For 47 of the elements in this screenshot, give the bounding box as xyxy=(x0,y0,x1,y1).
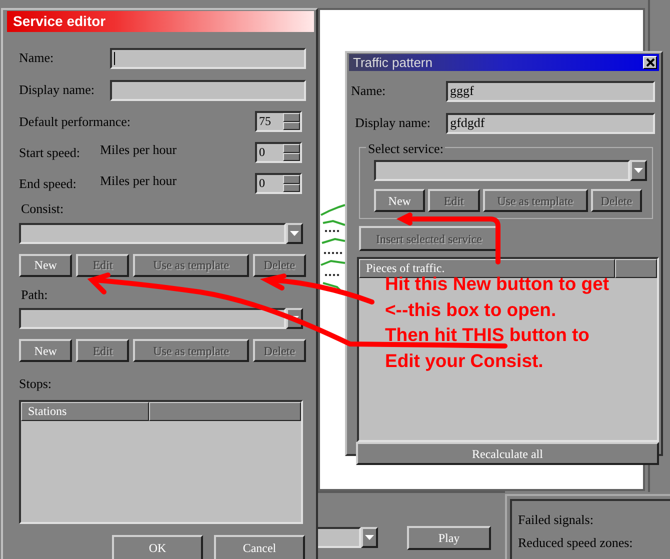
input-field[interactable] xyxy=(110,80,306,100)
column-header[interactable] xyxy=(149,402,301,420)
button[interactable]: New xyxy=(19,339,72,362)
stat-label: Failed signals: xyxy=(518,511,594,529)
unit-label: Miles per hour xyxy=(100,141,178,159)
section-label: Consist: xyxy=(21,200,65,218)
field-label: Display name: xyxy=(19,81,96,100)
spin-value: 0 xyxy=(258,144,266,161)
column-header[interactable] xyxy=(615,259,657,278)
recalculate-button[interactable]: Recalculate all xyxy=(356,442,659,465)
button[interactable]: New xyxy=(19,254,72,276)
dropdown[interactable] xyxy=(374,160,647,181)
field-label: End speed: xyxy=(19,174,78,193)
annotation-text: <--this box to open. xyxy=(385,298,556,322)
window-title: Service editor xyxy=(7,11,314,32)
dialog-button[interactable]: Cancel xyxy=(214,534,305,559)
unit-label: Miles per hour xyxy=(100,172,178,190)
dialog-button[interactable]: OK xyxy=(112,534,203,559)
input-field[interactable]: gggf xyxy=(446,80,655,102)
dropdown-arrow-icon xyxy=(365,535,374,540)
close-button[interactable] xyxy=(643,56,657,69)
dropdown-arrow-icon xyxy=(290,230,299,236)
annotation-text: Then hit THIS button to xyxy=(385,323,590,347)
dropdown[interactable] xyxy=(19,222,303,244)
section-label: Stops: xyxy=(19,375,53,393)
dropdown-arrow-icon xyxy=(634,168,643,173)
window-title: Traffic pattern xyxy=(353,54,432,72)
field-label: Start speed: xyxy=(19,144,82,162)
spin-value: 75 xyxy=(258,113,272,130)
stat-label: Reduced speed zones: xyxy=(518,534,633,552)
column-header[interactable]: Pieces of traffic. xyxy=(359,259,615,278)
annotation-text: Edit your Consist. xyxy=(385,348,544,373)
spin-box[interactable]: 0 xyxy=(255,173,302,194)
button[interactable]: New xyxy=(374,189,426,212)
field-label: Name: xyxy=(19,49,55,68)
spin-box[interactable]: 75 xyxy=(255,111,302,132)
play-button[interactable]: Play xyxy=(407,526,491,550)
input-field[interactable] xyxy=(110,48,306,68)
input-field[interactable]: gfdgdf xyxy=(446,112,655,134)
field-label: Default performance: xyxy=(19,112,132,131)
section-label: Path: xyxy=(21,286,49,304)
spin-box[interactable]: 0 xyxy=(255,142,302,163)
dropdown[interactable] xyxy=(19,308,303,329)
spin-value: 0 xyxy=(258,175,266,192)
field-label: Display name: xyxy=(354,114,432,132)
field-label: Name: xyxy=(351,82,387,100)
column-header[interactable]: Stations xyxy=(21,402,149,420)
